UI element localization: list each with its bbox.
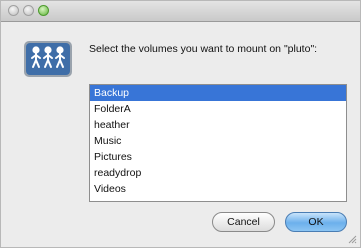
zoom-window-button[interactable]	[38, 5, 49, 16]
list-item[interactable]: FolderA	[90, 101, 346, 117]
list-item[interactable]: Music	[90, 133, 346, 149]
network-server-icon	[24, 41, 72, 77]
ok-button[interactable]: OK	[285, 212, 347, 232]
list-item[interactable]: Backup	[90, 85, 346, 101]
list-item[interactable]: heather	[90, 117, 346, 133]
dialog-prompt: Select the volumes you want to mount on …	[89, 43, 318, 55]
list-item[interactable]: Pictures	[90, 149, 346, 165]
resize-grip-icon[interactable]	[347, 234, 357, 244]
cancel-button[interactable]: Cancel	[212, 212, 275, 232]
title-bar[interactable]	[1, 1, 360, 22]
volume-list[interactable]: Backup FolderA heather Music Pictures re…	[89, 84, 347, 202]
mount-volumes-dialog: Select the volumes you want to mount on …	[0, 0, 361, 248]
close-window-button[interactable]	[8, 5, 19, 16]
minimize-window-button[interactable]	[23, 5, 34, 16]
list-item[interactable]: readydrop	[90, 165, 346, 181]
list-item[interactable]: Videos	[90, 181, 346, 197]
